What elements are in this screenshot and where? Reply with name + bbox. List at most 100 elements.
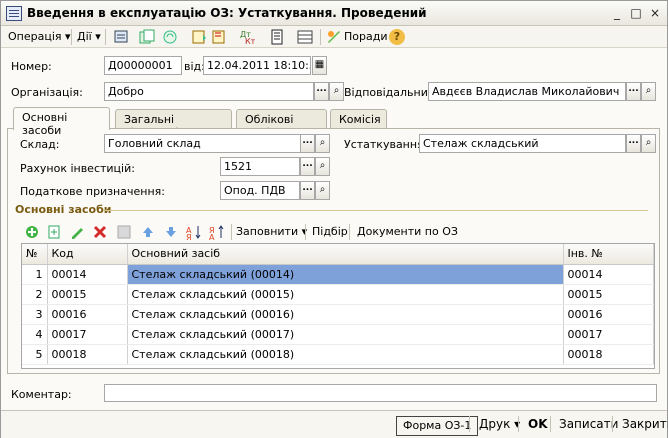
svg-text:Кт: Кт xyxy=(245,37,255,45)
document-window: Введення в експлуатацію ОЗ: Устаткування… xyxy=(0,0,668,438)
investment-account-open-button[interactable]: ⌕ xyxy=(315,157,330,176)
warehouse-select-button[interactable]: ... xyxy=(300,134,315,153)
number-field[interactable]: Д00000001 xyxy=(104,56,182,75)
structure-icon[interactable] xyxy=(297,29,313,45)
refresh-icon[interactable] xyxy=(162,29,178,45)
asset-documents-button[interactable]: Документи по ОЗ xyxy=(357,224,458,240)
row-number: 3 xyxy=(22,304,48,325)
warehouse-open-button[interactable]: ⌕ xyxy=(315,134,330,153)
number-label: Номер: xyxy=(11,60,52,73)
actions-menu-button[interactable]: Дії ▾ xyxy=(77,29,101,45)
warehouse-field[interactable]: Головний склад xyxy=(104,134,315,153)
subordinate-documents-icon[interactable] xyxy=(211,29,227,45)
assets-table[interactable]: № Код Основний засіб Інв. № 1 00014 Стел… xyxy=(21,243,655,369)
inventory-number: 00016 xyxy=(563,304,654,325)
tax-purpose-field[interactable]: Опод. ПДВ xyxy=(220,181,300,200)
tax-purpose-open-button[interactable]: ⌕ xyxy=(315,181,330,200)
tax-purpose-select-button[interactable]: ... xyxy=(300,181,315,200)
asset-name: Стелаж складський (00015) xyxy=(127,284,564,305)
tab-main-assets[interactable]: Основні засоби xyxy=(13,107,110,137)
equipment-field[interactable]: Стелаж складський xyxy=(419,134,626,153)
tab-commission[interactable]: Комісія xyxy=(330,109,387,129)
base-document-icon[interactable] xyxy=(191,29,207,45)
edit-row-icon[interactable] xyxy=(69,224,85,240)
column-inventory-number[interactable]: Інв. № xyxy=(563,244,654,265)
toolbar-separator xyxy=(231,224,232,240)
tips-icon[interactable] xyxy=(326,29,342,45)
column-number[interactable]: № xyxy=(22,244,48,265)
investment-account-field[interactable]: 1521 xyxy=(220,157,300,176)
responsible-open-button[interactable]: ⌕ xyxy=(641,82,656,101)
bottom-toolbar: Форма ОЗ-1 Друк ▾ OK Записати Закрити xyxy=(1,410,668,438)
responsible-label: Відповідальний: xyxy=(344,86,439,99)
calendar-button[interactable]: ▦ xyxy=(312,56,327,75)
tips-button[interactable]: Поради xyxy=(344,29,387,45)
ok-button[interactable]: OK xyxy=(522,415,554,435)
asset-name: Стелаж складський (00018) xyxy=(127,344,564,365)
close-window-button[interactable]: × xyxy=(647,6,663,20)
operation-menu-button[interactable]: Операція ▾ xyxy=(8,29,71,45)
accounting-entries-icon[interactable]: ДтКт xyxy=(239,29,255,45)
equipment-label: Устаткування: xyxy=(344,138,428,151)
maximize-button[interactable]: □ xyxy=(628,6,644,20)
toolbar-separator xyxy=(612,416,613,432)
comment-field[interactable] xyxy=(104,384,657,402)
delete-row-icon[interactable] xyxy=(92,224,108,240)
organization-select-button[interactable]: ... xyxy=(314,82,329,101)
sort-ascending-icon[interactable]: АЯ xyxy=(186,224,202,240)
organization-field[interactable]: Добро xyxy=(104,82,314,101)
toolbar-separator xyxy=(105,29,106,45)
table-row[interactable]: 1 00014 Стелаж складський (00014) 00014 xyxy=(22,264,654,285)
document-tabs: Основні засоби Загальні відомості Обліко… xyxy=(1,107,667,139)
magnifier-icon: ⌕ xyxy=(645,85,652,96)
asset-name: Стелаж складський (00016) xyxy=(127,304,564,325)
add-row-icon[interactable] xyxy=(24,224,40,240)
copy-document-icon[interactable] xyxy=(139,29,155,45)
calendar-icon: ▦ xyxy=(314,59,325,70)
comment-label: Коментар: xyxy=(11,388,72,401)
magnifier-icon: ⌕ xyxy=(333,85,340,96)
tab-general-information[interactable]: Загальні відомості xyxy=(115,109,232,139)
close-button[interactable]: Закрити xyxy=(616,415,668,435)
responsible-select-button[interactable]: ... xyxy=(626,82,641,101)
magnifier-icon: ⌕ xyxy=(645,137,652,148)
save-button[interactable]: Записати xyxy=(553,415,624,435)
help-icon[interactable]: ? xyxy=(389,29,405,45)
equipment-select-button[interactable]: ... xyxy=(626,134,641,153)
table-row[interactable]: 2 00015 Стелаж складський (00015) 00015 xyxy=(22,284,654,305)
responsible-field[interactable]: Авдєєв Владислав Миколайович xyxy=(428,82,626,101)
table-row[interactable]: 5 00018 Стелаж складський (00018) 00018 xyxy=(22,344,654,365)
minimize-button[interactable]: _ xyxy=(609,6,625,20)
asset-name: Стелаж складський (00014) xyxy=(127,264,564,285)
post-document-icon[interactable] xyxy=(113,29,129,45)
pick-button[interactable]: Підбір xyxy=(312,224,348,240)
organization-open-button[interactable]: ⌕ xyxy=(329,82,344,101)
form-oz1-button[interactable]: Форма ОЗ-1 xyxy=(396,416,479,436)
toolbar-separator xyxy=(550,416,551,432)
window-title: Введення в експлуатацію ОЗ: Устаткування… xyxy=(27,6,427,20)
row-number: 1 xyxy=(22,264,48,285)
investment-account-select-button[interactable]: ... xyxy=(300,157,315,176)
copy-row-icon[interactable] xyxy=(46,224,62,240)
document-icon xyxy=(6,6,22,21)
organization-label: Організація: xyxy=(11,86,83,99)
asset-code: 00014 xyxy=(47,264,128,285)
toolbar-separator xyxy=(349,224,350,240)
report-icon[interactable] xyxy=(269,29,285,45)
inventory-number: 00018 xyxy=(563,344,654,365)
inventory-number: 00014 xyxy=(563,264,654,285)
date-field[interactable]: 12.04.2011 18:10:56 xyxy=(203,56,311,75)
move-down-icon[interactable] xyxy=(163,224,179,240)
move-up-icon[interactable] xyxy=(140,224,156,240)
asset-code: 00017 xyxy=(47,324,128,345)
equipment-open-button[interactable]: ⌕ xyxy=(641,134,656,153)
save-row-icon xyxy=(117,225,131,239)
asset-code: 00016 xyxy=(47,304,128,325)
sort-descending-icon[interactable]: ЯА xyxy=(209,224,225,240)
table-row[interactable]: 3 00016 Стелаж складський (00016) 00016 xyxy=(22,304,654,325)
fill-menu-button[interactable]: Заповнити ▾ xyxy=(236,224,307,240)
column-asset[interactable]: Основний засіб xyxy=(127,244,564,265)
column-code[interactable]: Код xyxy=(47,244,128,265)
tab-accounting-data[interactable]: Облікові дані xyxy=(236,109,327,139)
table-row[interactable]: 4 00017 Стелаж складський (00017) 00017 xyxy=(22,324,654,345)
